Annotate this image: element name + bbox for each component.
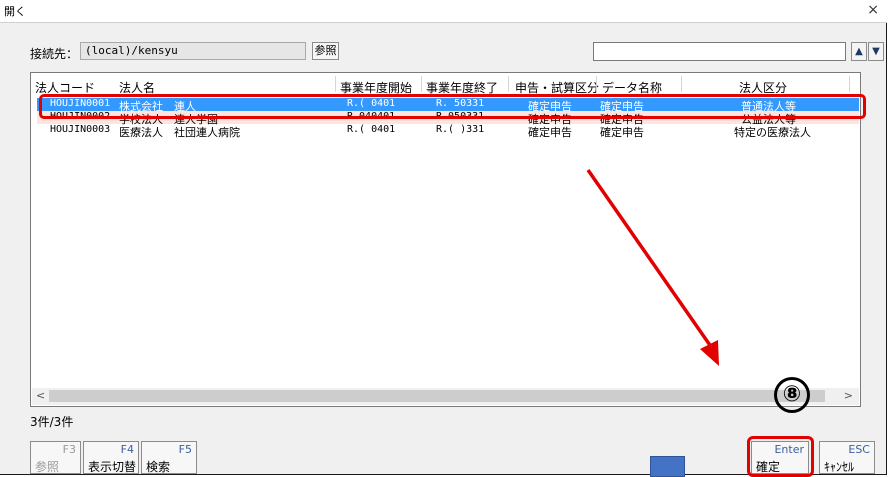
key-label: F4 — [120, 443, 134, 456]
arrow-down-icon[interactable]: ▼ — [868, 42, 884, 61]
scroll-right-icon[interactable]: > — [844, 389, 853, 402]
key-label: F3 — [62, 443, 76, 456]
blue-indicator — [650, 456, 685, 477]
browse-button[interactable]: 参照 — [312, 42, 339, 60]
f5-search-button[interactable]: F5 検索 — [141, 441, 197, 474]
step-8-marker: ⑧ — [774, 377, 810, 413]
column-divider[interactable] — [681, 76, 682, 92]
arrow-up-icon[interactable]: ▲ — [851, 42, 867, 61]
title-bar: 開く × — [0, 0, 887, 23]
search-input[interactable] — [593, 42, 846, 61]
open-dialog: 開く × 接続先： (local)/kensyu 参照 ▲ ▼ 法人コード 法人… — [0, 0, 887, 477]
column-divider[interactable] — [596, 76, 597, 92]
cell-kubun: 確定申告 — [528, 126, 572, 139]
esc-cancel-button[interactable]: ESC ｷｬﾝｾﾙ — [819, 441, 875, 474]
button-label: 表示切替 — [88, 460, 137, 474]
button-label: ｷｬﾝｾﾙ — [824, 460, 855, 474]
cell-code: HOUJIN0003 — [50, 124, 111, 135]
key-label: ESC — [848, 443, 870, 456]
table-row[interactable]: HOUJIN0003 医療法人 社団連人病院 R.( 0401 R.( )331… — [37, 124, 859, 139]
cell-start: R.( 0401 — [347, 124, 396, 135]
cell-data-name: 確定申告 — [600, 126, 644, 139]
column-divider[interactable] — [335, 76, 336, 92]
column-divider[interactable] — [508, 76, 509, 92]
selection-highlight-annotation — [39, 94, 866, 119]
enter-highlight-annotation — [747, 436, 814, 477]
record-count: 3件/3件 — [30, 415, 74, 429]
button-label: 検索 — [146, 460, 171, 474]
f4-toggle-display-button[interactable]: F4 表示切替 — [83, 441, 139, 474]
cell-houjin-kubun: 特定の医療法人 — [734, 126, 811, 139]
close-icon[interactable]: × — [867, 2, 879, 18]
cell-name: 医療法人 社団連人病院 — [119, 126, 240, 139]
connection-label: 接続先： — [30, 47, 79, 61]
scroll-left-icon[interactable]: < — [36, 389, 45, 402]
column-divider[interactable] — [421, 76, 422, 92]
cell-end: R.( )331 — [436, 124, 485, 135]
f3-browse-button[interactable]: F3 参照 — [30, 441, 81, 474]
scroll-thumb[interactable] — [49, 390, 825, 402]
column-divider[interactable] — [849, 76, 850, 92]
key-label: F5 — [178, 443, 192, 456]
connection-field: (local)/kensyu — [80, 42, 306, 60]
horizontal-scrollbar[interactable]: < > — [32, 388, 859, 405]
button-label: 参照 — [35, 460, 60, 474]
corporation-list[interactable]: 法人コード 法人名 事業年度開始 事業年度終了 申告・試算区分 データ名称 法人… — [30, 72, 861, 407]
dialog-title: 開く — [4, 5, 26, 18]
